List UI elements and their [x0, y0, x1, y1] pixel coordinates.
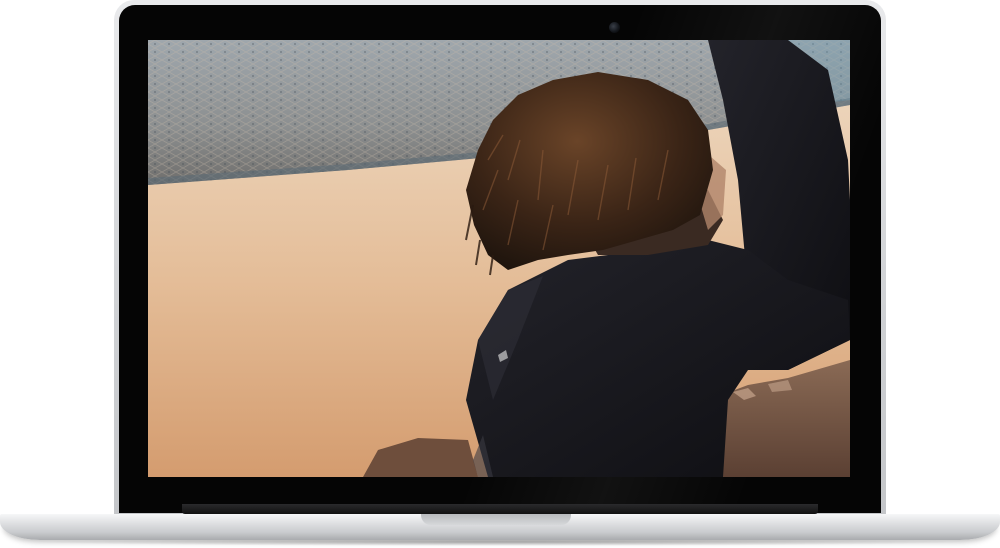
- laptop-hinge: [182, 504, 818, 514]
- video-frame-image: [148, 40, 850, 477]
- webcam-icon: [609, 22, 620, 33]
- laptop-mockup: [0, 0, 1000, 548]
- laptop-screen: [148, 40, 850, 477]
- trackpad-notch: [421, 514, 571, 525]
